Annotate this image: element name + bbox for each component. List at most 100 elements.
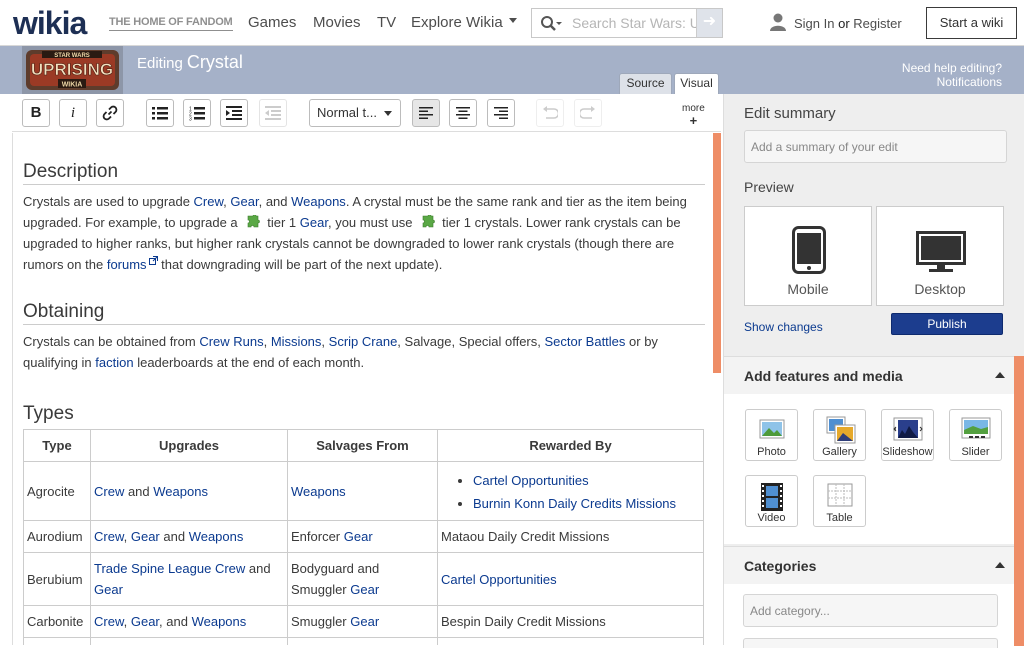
- heading-description: Description: [23, 161, 705, 185]
- nav-explore-label: Explore Wikia: [411, 14, 503, 31]
- text: Crystals are used to upgrade: [23, 194, 194, 209]
- link-button[interactable]: [96, 99, 124, 127]
- link-forums[interactable]: forums: [107, 257, 147, 272]
- link[interactable]: Weapons: [189, 529, 244, 544]
- bullet-list-button[interactable]: [146, 99, 174, 127]
- table-header-row: Type Upgrades Salvages From Rewarded By: [23, 429, 704, 462]
- rail-scrollbar[interactable]: [1014, 356, 1024, 646]
- chevron-down-icon: [384, 111, 392, 116]
- text: Enforcer: [291, 529, 344, 544]
- link[interactable]: Crew: [94, 484, 124, 499]
- sign-in-link[interactable]: Sign In: [794, 16, 834, 31]
- search-submit-button[interactable]: ➜: [696, 9, 722, 37]
- star-wars-uprising-wiki-logo[interactable]: STAR WARS UPRISING WIKIA: [22, 46, 123, 94]
- slider-icon: [961, 417, 991, 439]
- bold-button[interactable]: B: [22, 99, 50, 127]
- salvages-cell: Weapons: [287, 461, 438, 521]
- link[interactable]: Crew: [94, 529, 124, 544]
- link[interactable]: Cartel Opportunities: [441, 572, 557, 587]
- feature-photo-button[interactable]: Photo: [745, 409, 798, 461]
- tab-visual[interactable]: Visual: [674, 73, 719, 94]
- register-link[interactable]: Register: [853, 16, 901, 31]
- text: that downgrading will be part of the nex…: [157, 257, 443, 272]
- italic-button[interactable]: i: [59, 99, 87, 127]
- link-faction[interactable]: faction: [95, 355, 133, 370]
- gallery-icon: [826, 416, 856, 444]
- link-gear[interactable]: Gear: [230, 194, 258, 209]
- link[interactable]: Gear: [94, 582, 123, 597]
- nav-tv[interactable]: TV: [377, 14, 396, 31]
- link[interactable]: Crew: [94, 614, 124, 629]
- feature-slideshow-button[interactable]: Slideshow: [881, 409, 934, 461]
- redo-button[interactable]: [574, 99, 602, 127]
- link-gear[interactable]: Gear: [300, 215, 328, 230]
- article-editor[interactable]: Description Crystals are used to upgrade…: [12, 133, 713, 645]
- text: , and: [159, 614, 192, 629]
- search-icon[interactable]: [540, 15, 562, 33]
- link-scrip-crane[interactable]: Scrip Crane: [329, 334, 398, 349]
- link[interactable]: Gear: [131, 614, 159, 629]
- link[interactable]: Weapons: [153, 484, 208, 499]
- align-center-button[interactable]: [449, 99, 477, 127]
- add-category-input[interactable]: [743, 594, 998, 627]
- bullet-list-icon: [152, 107, 168, 120]
- table-row: Carbonite Crew, Gear, and Weapons Smuggl…: [23, 605, 704, 638]
- link-crew[interactable]: Crew: [194, 194, 224, 209]
- start-a-wiki-button[interactable]: Start a wiki: [926, 7, 1017, 39]
- table-row: [23, 637, 704, 645]
- feature-slider-button[interactable]: Slider: [949, 409, 1002, 461]
- publish-button[interactable]: Publish: [891, 313, 1003, 335]
- feature-table-button[interactable]: Table: [813, 475, 866, 527]
- heading-types: Types: [23, 403, 74, 424]
- salvages-cell: Smuggler Gear: [287, 605, 438, 638]
- link-weapons[interactable]: Weapons: [291, 194, 346, 209]
- user-icon: [770, 13, 786, 31]
- notifications-link[interactable]: Notifications: [902, 75, 1002, 89]
- link[interactable]: Weapons: [192, 614, 247, 629]
- collapse-caret-icon: [995, 562, 1005, 568]
- align-left-button[interactable]: [412, 99, 440, 127]
- preview-mobile-button[interactable]: Mobile: [744, 206, 872, 306]
- indent-button[interactable]: [220, 99, 248, 127]
- slideshow-icon: [893, 417, 923, 441]
- link[interactable]: Gear: [350, 614, 379, 629]
- feature-video-button[interactable]: Video: [745, 475, 798, 527]
- categories-section-header[interactable]: Categories: [724, 546, 1024, 584]
- paragraph-format-select[interactable]: Normal t...: [309, 99, 401, 127]
- preview-desktop-button[interactable]: Desktop: [876, 206, 1004, 306]
- column-header: Type: [23, 429, 91, 462]
- outdent-button[interactable]: [259, 99, 287, 127]
- link-missions[interactable]: Missions: [271, 334, 322, 349]
- align-right-button[interactable]: [487, 99, 515, 127]
- undo-button[interactable]: [536, 99, 564, 127]
- editor-scrollbar[interactable]: [713, 133, 721, 373]
- nav-games[interactable]: Games: [248, 14, 296, 31]
- nav-movies[interactable]: Movies: [313, 14, 361, 31]
- link[interactable]: Trade Spine League Crew: [94, 561, 245, 576]
- global-nav: wikia THE HOME OF FANDOM Games Movies TV…: [0, 0, 1024, 46]
- link-crew-runs[interactable]: Crew Runs: [199, 334, 263, 349]
- link[interactable]: Weapons: [291, 484, 346, 499]
- link[interactable]: Gear: [131, 529, 160, 544]
- more-button[interactable]: more +: [682, 103, 705, 127]
- feature-gallery-button[interactable]: Gallery: [813, 409, 866, 461]
- link[interactable]: Burnin Konn Daily Credits Missions: [473, 496, 676, 511]
- link[interactable]: Gear: [350, 582, 379, 597]
- link[interactable]: Cartel Opportunities: [473, 473, 589, 488]
- edit-header: STAR WARS UPRISING WIKIA Editing Crystal …: [0, 46, 1024, 94]
- nav-explore-wikia[interactable]: Explore Wikia: [411, 14, 517, 31]
- features-section-header[interactable]: Add features and media: [724, 356, 1024, 394]
- wikia-logo[interactable]: wikia: [13, 6, 87, 40]
- empty-cell: [90, 637, 288, 645]
- type-cell: Agrocite: [23, 461, 91, 521]
- tab-source[interactable]: Source: [619, 73, 672, 94]
- link[interactable]: Gear: [344, 529, 373, 544]
- search-input[interactable]: [572, 9, 698, 37]
- editor-toolbar: B i 123 Normal t... more +: [12, 94, 721, 132]
- edit-summary-input[interactable]: [744, 130, 1007, 163]
- show-changes-link[interactable]: Show changes: [744, 320, 823, 334]
- numbered-list-button[interactable]: 123: [183, 99, 211, 127]
- feature-slider-label: Slider: [961, 446, 990, 458]
- need-help-link[interactable]: Need help editing?: [902, 61, 1002, 75]
- link-sector-battles[interactable]: Sector Battles: [544, 334, 625, 349]
